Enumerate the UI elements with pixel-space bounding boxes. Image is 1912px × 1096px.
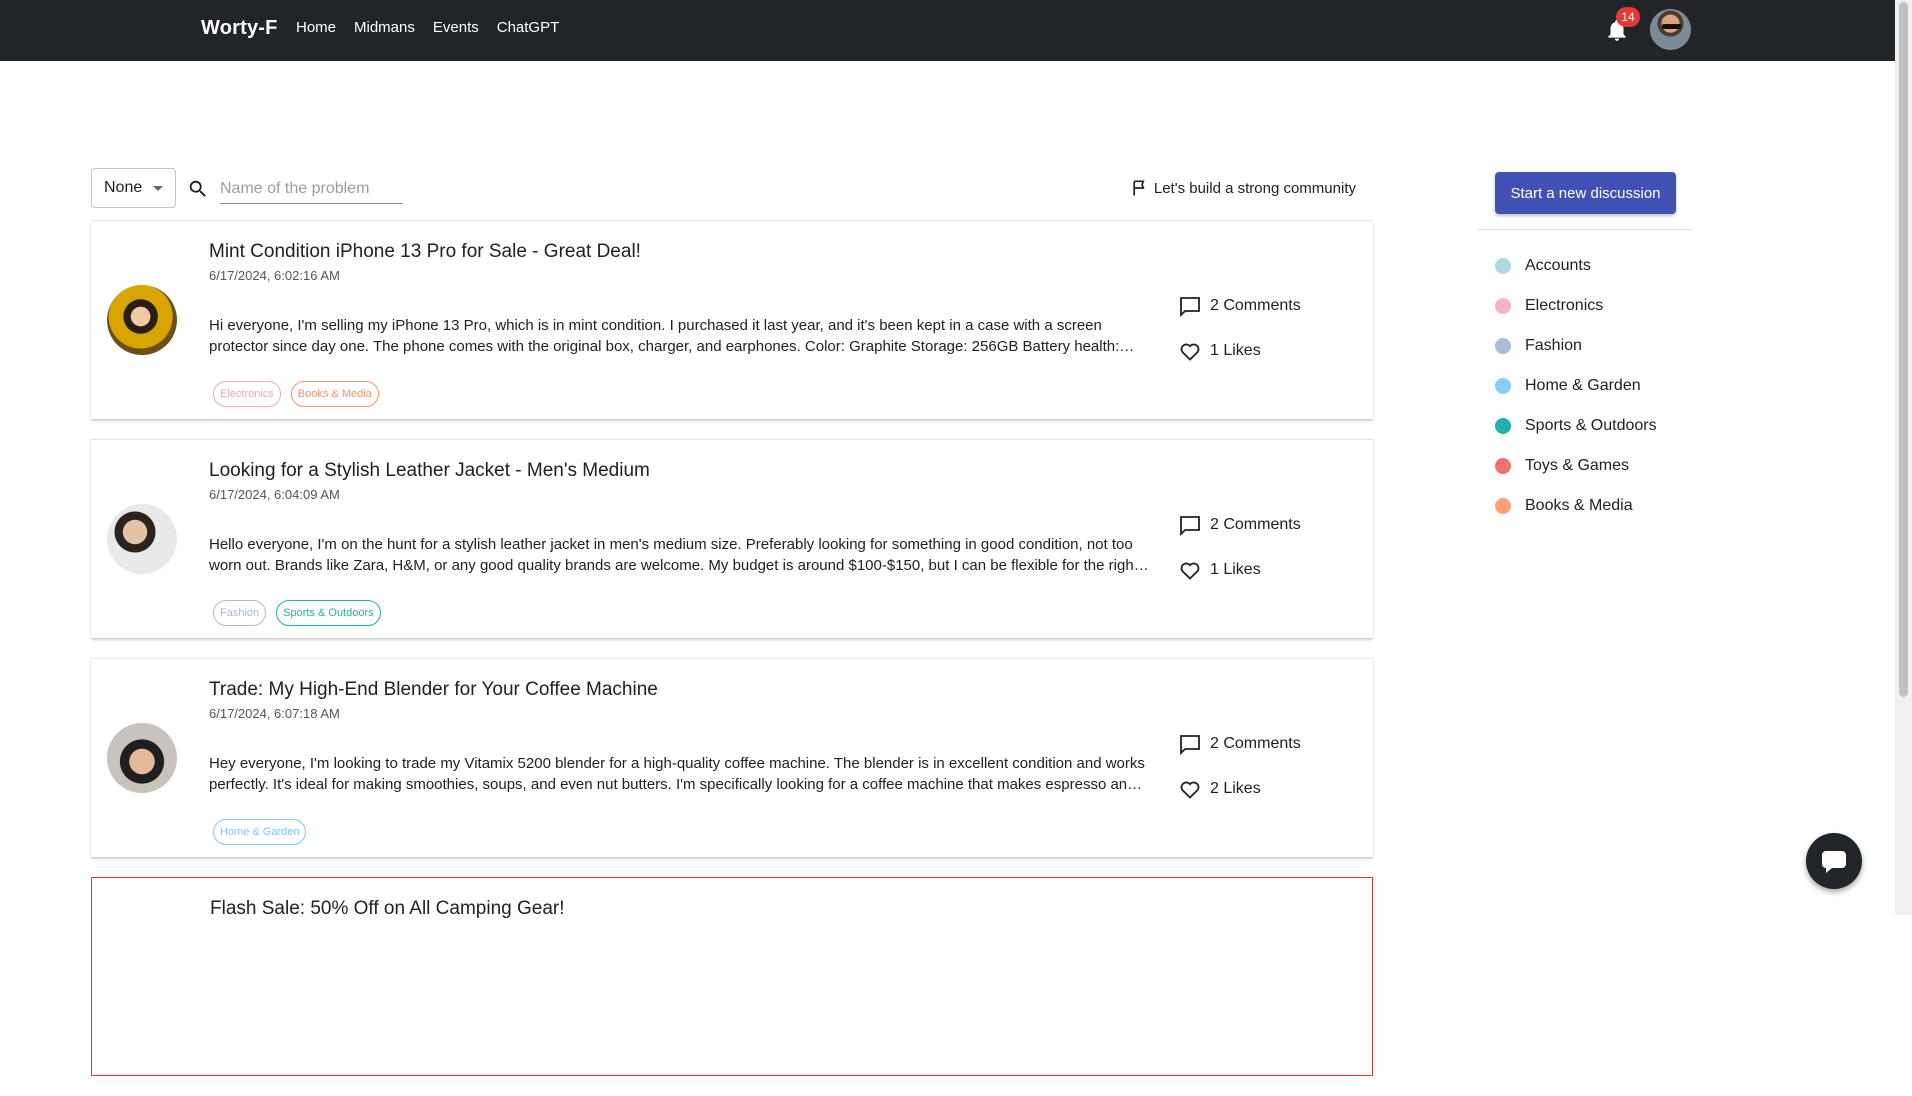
post-date: 6/17/2024, 6:02:16 AM bbox=[209, 268, 340, 283]
likes-count: 2 Likes bbox=[1210, 780, 1261, 797]
likes-count: 1 Likes bbox=[1210, 342, 1261, 359]
nav-midmans[interactable]: Midmans bbox=[354, 19, 415, 36]
avatar-glasses bbox=[1662, 24, 1681, 29]
category-dot bbox=[1495, 378, 1511, 394]
community-link[interactable]: Let's build a strong community bbox=[1130, 178, 1356, 198]
category-label: Sports & Outdoors bbox=[1525, 417, 1657, 434]
post-author-avatar[interactable] bbox=[107, 723, 177, 793]
post-body: Hi everyone, I'm selling my iPhone 13 Pr… bbox=[209, 317, 1120, 355]
heart-icon bbox=[1180, 781, 1200, 799]
like-button[interactable]: 1 Likes bbox=[1178, 558, 1261, 582]
sidebar-divider bbox=[1478, 229, 1692, 230]
search-icon bbox=[189, 180, 206, 197]
post-title[interactable]: Trade: My High-End Blender for Your Coff… bbox=[209, 679, 658, 701]
category-home-garden[interactable]: Home & Garden bbox=[1495, 366, 1657, 406]
comment-icon bbox=[1180, 735, 1200, 756]
like-button[interactable]: 2 Likes bbox=[1178, 777, 1261, 801]
category-label: Home & Garden bbox=[1525, 377, 1641, 394]
top-navbar: Worty-F Home Midmans Events ChatGPT 14 bbox=[0, 0, 1895, 61]
comment-icon bbox=[1180, 297, 1200, 318]
post-card[interactable]: Trade: My High-End Blender for Your Coff… bbox=[91, 658, 1373, 857]
category-dot bbox=[1495, 338, 1511, 354]
post-body: Hey everyone, I'm looking to trade my Vi… bbox=[209, 755, 1145, 793]
post-card[interactable]: Mint Condition iPhone 13 Pro for Sale - … bbox=[91, 220, 1373, 419]
scrollbar-thumb[interactable] bbox=[1899, 2, 1908, 697]
category-label: Books & Media bbox=[1525, 497, 1633, 514]
post-body: Hello everyone, I'm on the hunt for a st… bbox=[209, 536, 1138, 574]
likes-count: 1 Likes bbox=[1210, 561, 1261, 578]
post-title[interactable]: Flash Sale: 50% Off on All Camping Gear! bbox=[210, 898, 565, 920]
chat-button[interactable] bbox=[1806, 833, 1862, 889]
category-label: Toys & Games bbox=[1525, 457, 1630, 474]
post-card-highlighted[interactable]: Flash Sale: 50% Off on All Camping Gear! bbox=[91, 877, 1373, 1076]
category-dot bbox=[1495, 298, 1511, 314]
category-list: Accounts Electronics Fashion Home & Gard… bbox=[1495, 246, 1657, 526]
filter-select-value: None bbox=[104, 179, 143, 196]
category-books-media[interactable]: Books & Media bbox=[1495, 486, 1657, 526]
category-dot bbox=[1495, 458, 1511, 474]
user-avatar[interactable] bbox=[1650, 9, 1691, 50]
category-label: Fashion bbox=[1525, 337, 1582, 354]
heart-icon bbox=[1180, 562, 1200, 580]
category-dot bbox=[1495, 498, 1511, 514]
page-scrollbar[interactable] bbox=[1895, 0, 1912, 915]
category-accounts[interactable]: Accounts bbox=[1495, 246, 1657, 286]
post-list: Mint Condition iPhone 13 Pro for Sale - … bbox=[91, 220, 1373, 1096]
comments-count: 2 Comments bbox=[1210, 516, 1301, 533]
category-label: Accounts bbox=[1525, 257, 1591, 274]
comments-count: 2 Comments bbox=[1210, 297, 1301, 314]
chat-bubble-icon bbox=[1822, 851, 1846, 873]
post-card[interactable]: Looking for a Stylish Leather Jacket - M… bbox=[91, 439, 1373, 638]
nav-chatgpt[interactable]: ChatGPT bbox=[497, 19, 560, 36]
tag-books-media[interactable]: Books & Media bbox=[290, 381, 379, 407]
search-input[interactable] bbox=[220, 174, 403, 204]
notification-badge: 14 bbox=[1616, 7, 1640, 27]
post-title[interactable]: Looking for a Stylish Leather Jacket - M… bbox=[209, 460, 650, 482]
post-tags: Home & Garden bbox=[213, 819, 307, 845]
comment-icon bbox=[1180, 516, 1200, 537]
category-electronics[interactable]: Electronics bbox=[1495, 286, 1657, 326]
post-date: 6/17/2024, 6:04:09 AM bbox=[209, 487, 340, 502]
category-toys-games[interactable]: Toys & Games bbox=[1495, 446, 1657, 486]
tag-electronics[interactable]: Electronics bbox=[213, 381, 281, 407]
post-toolbar: None Let's build a strong community bbox=[91, 168, 1372, 208]
filter-select[interactable]: None bbox=[91, 168, 176, 208]
category-label: Electronics bbox=[1525, 297, 1604, 314]
nav-events[interactable]: Events bbox=[433, 19, 479, 36]
post-date: 6/17/2024, 6:07:18 AM bbox=[209, 706, 340, 721]
nav-home[interactable]: Home bbox=[296, 19, 336, 36]
post-author-avatar[interactable] bbox=[107, 504, 177, 574]
tag-sports-outdoors[interactable]: Sports & Outdoors bbox=[276, 600, 381, 626]
caret-down-icon bbox=[153, 186, 163, 191]
post-author-avatar[interactable] bbox=[107, 285, 177, 355]
tag-home-garden[interactable]: Home & Garden bbox=[213, 819, 307, 845]
post-tags: Electronics Books & Media bbox=[213, 381, 379, 407]
category-fashion[interactable]: Fashion bbox=[1495, 326, 1657, 366]
post-title[interactable]: Mint Condition iPhone 13 Pro for Sale - … bbox=[209, 241, 641, 263]
flag-icon bbox=[1133, 180, 1145, 196]
like-button[interactable]: 1 Likes bbox=[1178, 339, 1261, 363]
brand-logo[interactable]: Worty-F bbox=[201, 17, 278, 40]
category-dot bbox=[1495, 258, 1511, 274]
post-tags: Fashion Sports & Outdoors bbox=[213, 600, 381, 626]
comments-button[interactable]: 2 Comments bbox=[1178, 294, 1301, 318]
comments-count: 2 Comments bbox=[1210, 735, 1301, 752]
community-text: Let's build a strong community bbox=[1153, 179, 1356, 197]
comments-button[interactable]: 2 Comments bbox=[1178, 513, 1301, 537]
tag-fashion[interactable]: Fashion bbox=[213, 600, 267, 626]
comments-button[interactable]: 2 Comments bbox=[1178, 732, 1301, 756]
category-dot bbox=[1495, 418, 1511, 434]
new-discussion-button[interactable]: Start a new discussion bbox=[1495, 172, 1676, 214]
category-sports-outdoors[interactable]: Sports & Outdoors bbox=[1495, 406, 1657, 446]
main-nav: Home Midmans Events ChatGPT bbox=[296, 19, 559, 36]
heart-icon bbox=[1180, 343, 1200, 361]
